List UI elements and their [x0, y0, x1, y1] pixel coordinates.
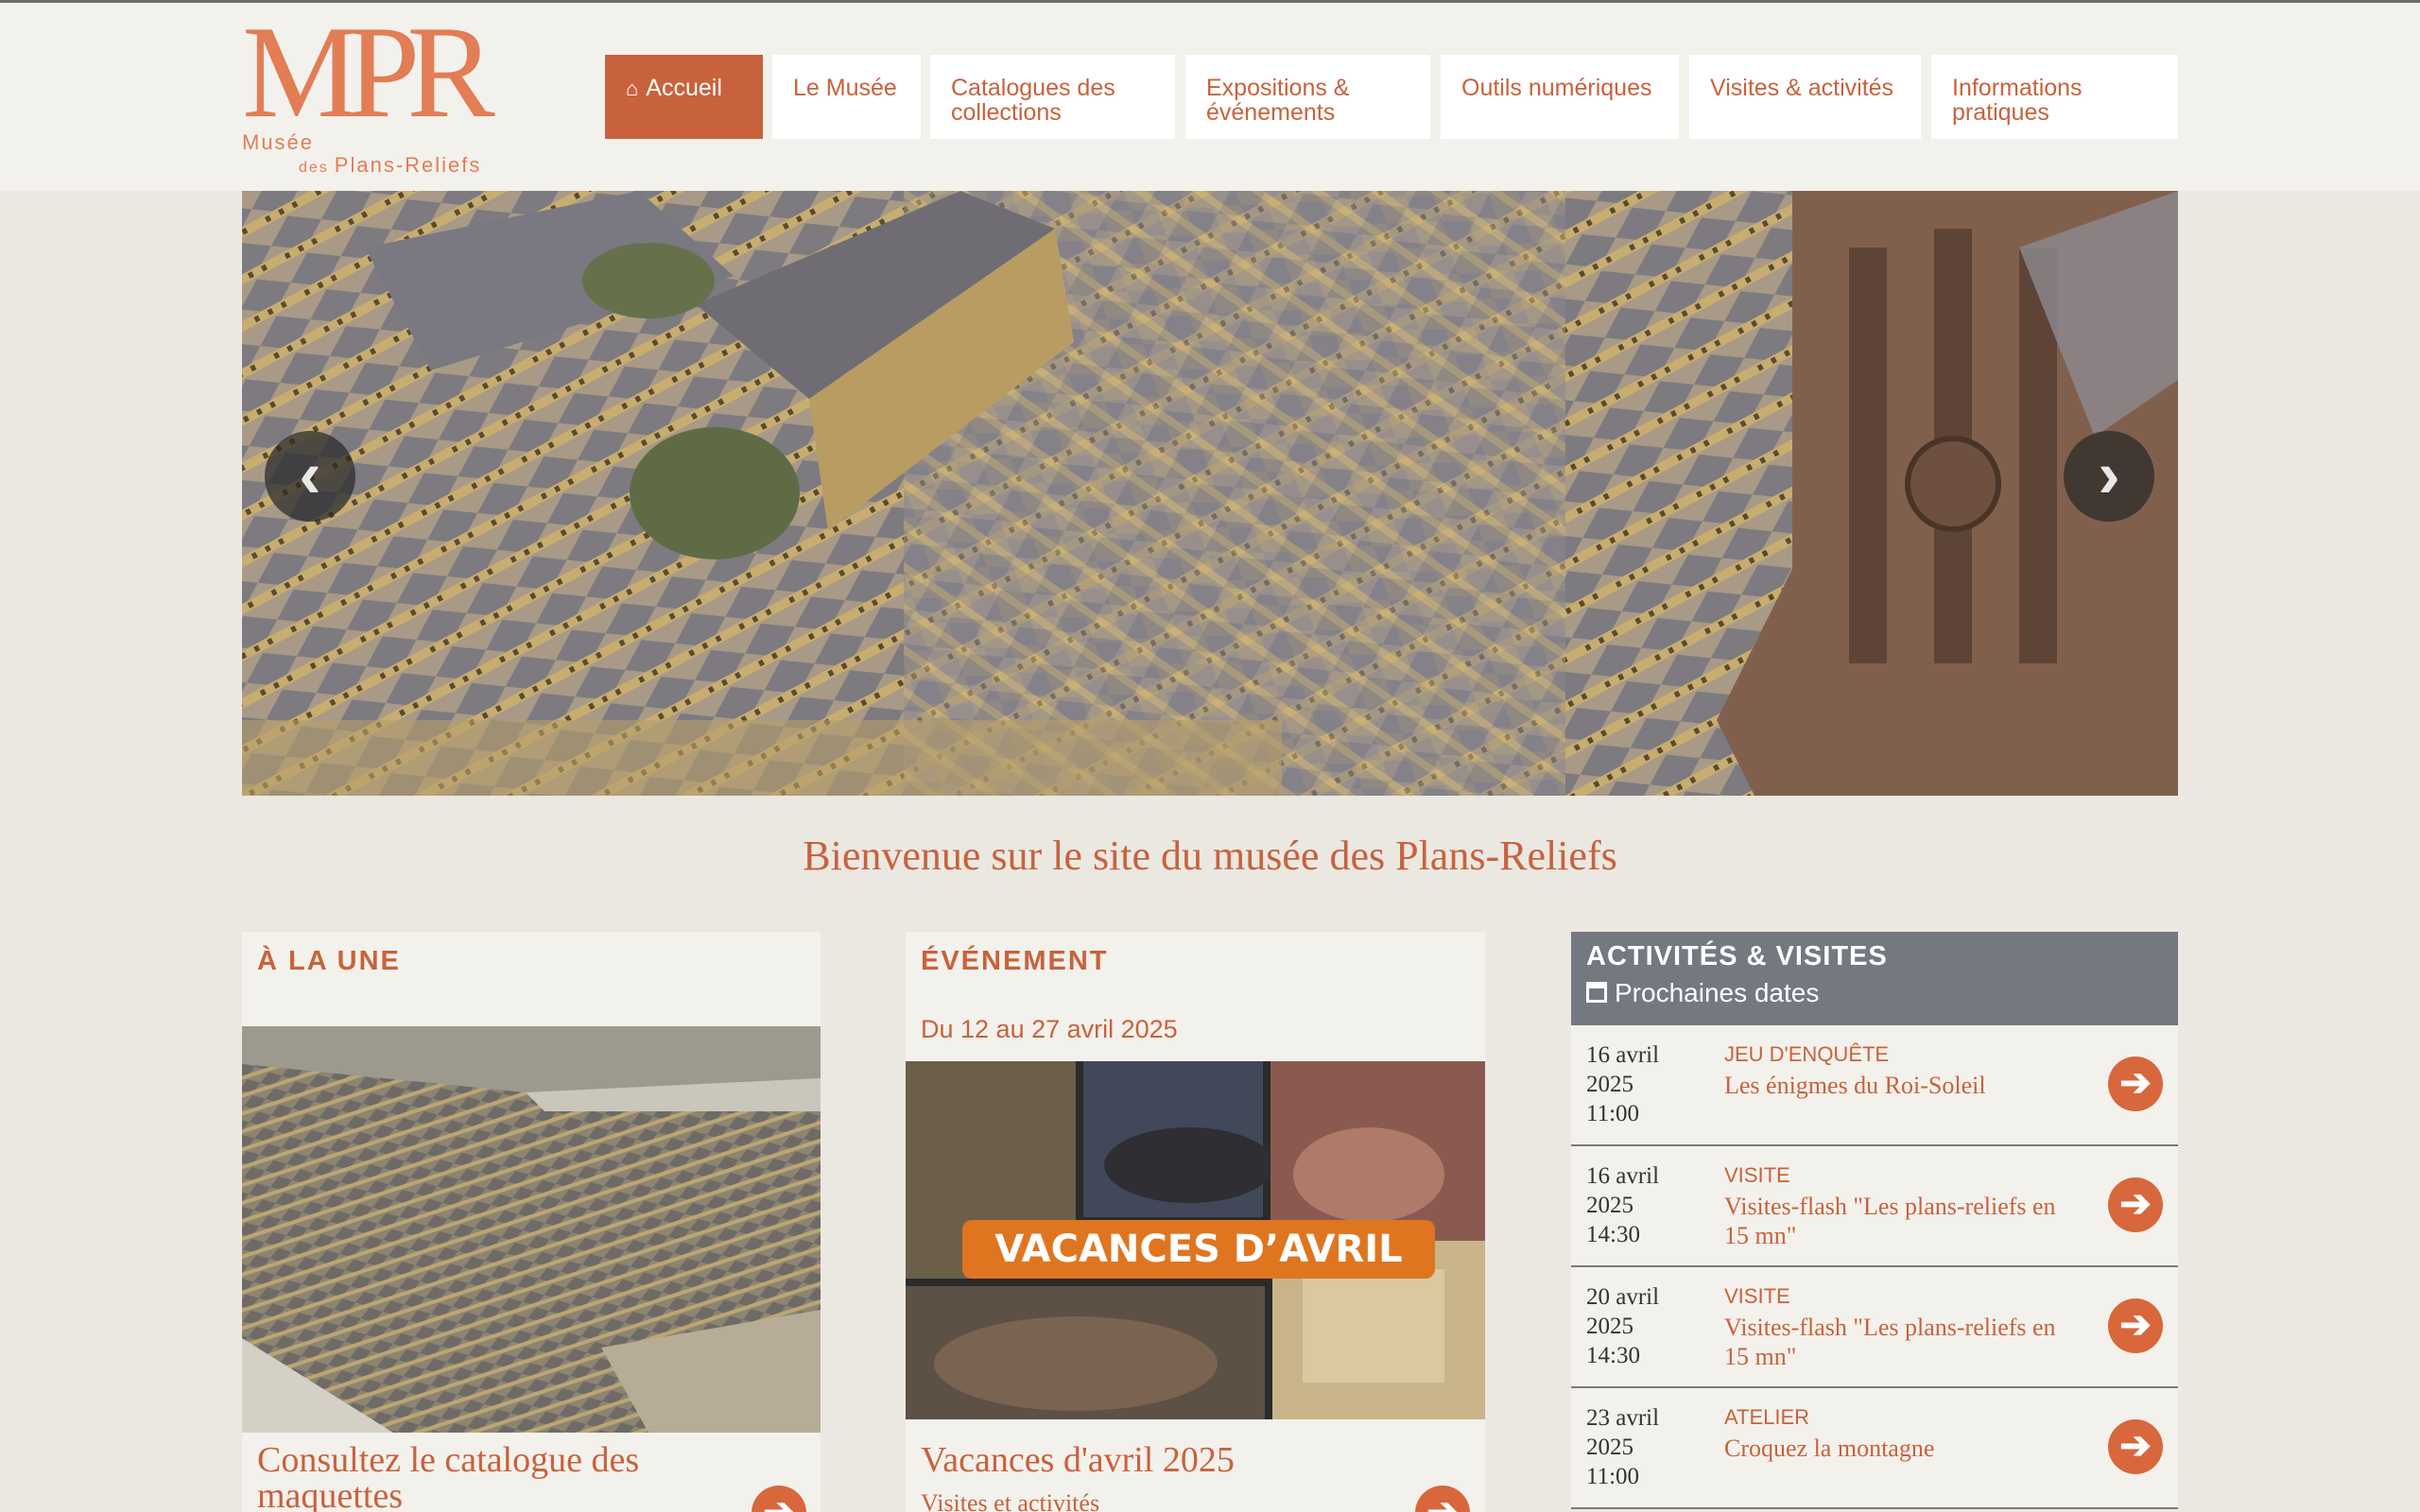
nav-label: Informations pratiques [1952, 75, 2083, 126]
hero-carousel-image[interactable] [242, 191, 2178, 796]
card-subheading: Visites et activités [921, 1489, 1100, 1512]
activity-time: 14:30 [1586, 1222, 1640, 1247]
carousel-next-button[interactable]: › [2064, 431, 2154, 522]
activity-date: 23 avril 2025 11:00 [1586, 1403, 1709, 1491]
carousel-prev-button[interactable]: ‹ [265, 431, 355, 522]
card-title: ÉVÉNEMENT [921, 946, 1109, 976]
museum-logo[interactable]: MPR Musée des Plans-Reliefs [242, 0, 495, 182]
activity-go-button[interactable]: ➔ [2108, 1177, 2163, 1232]
activity-time: 11:00 [1586, 1464, 1640, 1489]
activity-title[interactable]: Visites-flash "Les plans-reliefs en 15 m… [1724, 1313, 2083, 1371]
event-date: Du 12 au 27 avril 2025 [921, 1015, 1178, 1043]
activity-type: VISITE [1724, 1163, 1790, 1187]
activity-go-button[interactable]: ➔ [2108, 1419, 2163, 1474]
arrow-right-icon: ➔ [2119, 1183, 2152, 1225]
activity-title[interactable]: Croquez la montagne [1724, 1434, 2083, 1463]
arrow-right-icon: ➔ [2119, 1304, 2152, 1346]
card-go-button[interactable]: ➔ [752, 1486, 806, 1512]
activity-year: 2025 [1586, 1072, 1634, 1097]
nav-visites-activites[interactable]: Visites & activités [1689, 55, 1921, 139]
activity-day: 16 avril [1586, 1163, 1660, 1189]
site-header: MPR Musée des Plans-Reliefs ⌂ Accueil Le M… [0, 3, 2420, 191]
activity-row[interactable]: 23 avril 2025 11:00 ATELIER Croquez la mon… [1571, 1388, 2178, 1509]
activity-time: 14:30 [1586, 1343, 1640, 1368]
nav-label: Le Musée [793, 75, 897, 101]
activity-date: 16 avril 2025 14:30 [1586, 1161, 1709, 1249]
activities-panel: ACTIVITÉS & VISITES Prochaines dates 16 … [1571, 932, 2178, 1512]
chevron-left-icon: ‹ [299, 438, 321, 511]
activity-row[interactable]: 20 avril 2025 14:30 VISITE Visites-flash "… [1571, 1267, 2178, 1388]
nav-label: Accueil [646, 75, 722, 101]
activity-time: 11:00 [1586, 1101, 1640, 1126]
activity-year: 2025 [1586, 1193, 1634, 1218]
welcome-heading: Bienvenue sur le site du musée des Plans… [803, 833, 1617, 879]
activity-day: 23 avril [1586, 1405, 1660, 1431]
activity-year: 2025 [1586, 1435, 1634, 1460]
nav-accueil[interactable]: ⌂ Accueil [605, 55, 763, 139]
activity-title[interactable]: Les énigmes du Roi-Soleil [1724, 1071, 2083, 1100]
activities-title: ACTIVITÉS & VISITES [1586, 941, 1888, 971]
activity-row[interactable]: 16 avril 2025 11:00 JEU D'ENQUÊTE Les énig… [1571, 1025, 2178, 1146]
arrow-right-icon: ➔ [2119, 1062, 2152, 1104]
collage-banner-text: VACANCES D’AVRIL [994, 1228, 1402, 1271]
a-la-une-card: À LA UNE Consultez le catalogue des maqu… [242, 932, 821, 1512]
calendar-icon [1586, 982, 1607, 1003]
activity-day: 20 avril [1586, 1284, 1660, 1310]
nav-catalogues[interactable]: Catalogues des collections [930, 55, 1175, 139]
activity-year: 2025 [1586, 1314, 1634, 1339]
nav-label: Outils numériques [1461, 75, 1652, 101]
activities-header: ACTIVITÉS & VISITES Prochaines dates [1571, 932, 2178, 1025]
logo-line-1: Musée [242, 130, 315, 154]
arrow-right-icon: ➔ [2119, 1425, 2152, 1467]
activity-day: 16 avril [1586, 1042, 1660, 1068]
activity-type: VISITE [1724, 1284, 1790, 1308]
activity-go-button[interactable]: ➔ [2108, 1057, 2163, 1111]
home-icon: ⌂ [626, 77, 639, 100]
nav-label: Visites & activités [1710, 75, 1894, 101]
activity-date: 20 avril 2025 14:30 [1586, 1282, 1709, 1370]
logo-line-2: des Plans-Reliefs [299, 153, 481, 178]
nav-le-musee[interactable]: Le Musée [772, 55, 921, 139]
nav-outils-numeriques[interactable]: Outils numériques [1441, 55, 1679, 139]
activity-type: JEU D'ENQUÊTE [1724, 1042, 1890, 1066]
logo-mark: MPR [242, 0, 495, 146]
activity-title[interactable]: Visites-flash "Les plans-reliefs en 15 m… [1724, 1192, 2083, 1250]
nav-expositions[interactable]: Expositions & événements [1185, 55, 1430, 139]
nav-label: Expositions & événements [1206, 75, 1350, 126]
nav-label: Catalogues des collections [951, 75, 1115, 126]
nav-informations-pratiques[interactable]: Informations pratiques [1931, 55, 2178, 139]
logo-line-2-small: des [299, 160, 329, 176]
logo-line-2-text: Plans-Reliefs [334, 153, 482, 177]
card-heading-link[interactable]: Vacances d'avril 2025 [921, 1442, 1412, 1478]
evenement-card: ÉVÉNEMENT Du 12 au 27 avril 2025 VACANCE… [906, 932, 1485, 1512]
chevron-right-icon: › [2098, 438, 2120, 511]
activities-subtitle-text: Prochaines dates [1615, 978, 1820, 1007]
relief-model-photo [242, 191, 2178, 796]
arrow-right-icon: ➔ [763, 1491, 795, 1512]
activity-date: 16 avril 2025 11:00 [1586, 1040, 1709, 1128]
arrow-right-icon: ➔ [1426, 1491, 1459, 1512]
card-title: À LA UNE [257, 946, 401, 976]
activity-row[interactable]: 16 avril 2025 14:30 VISITE Visites-flash "… [1571, 1146, 2178, 1267]
card-heading-link[interactable]: Consultez le catalogue des maquettes [257, 1442, 749, 1512]
card-go-button[interactable]: ➔ [1415, 1486, 1470, 1512]
vacances-avril-collage[interactable]: VACANCES D’AVRIL [906, 1061, 1485, 1419]
catalogue-model-photo[interactable] [242, 1026, 821, 1433]
activity-go-button[interactable]: ➔ [2108, 1298, 2163, 1353]
activities-subtitle: Prochaines dates [1586, 978, 2163, 1008]
activity-type: ATELIER [1724, 1405, 1810, 1429]
